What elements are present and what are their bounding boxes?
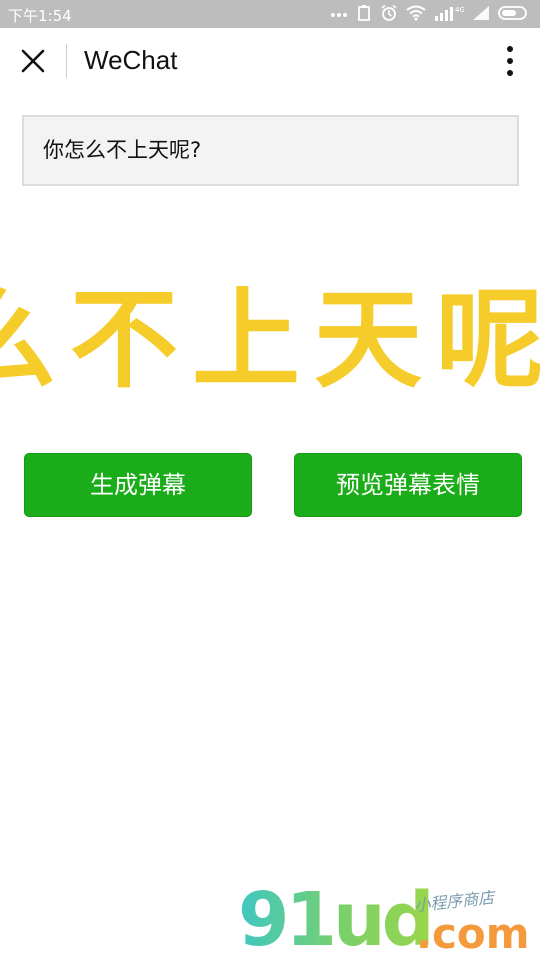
watermark-brand: 91ud [238,877,435,963]
more-button[interactable] [504,44,516,78]
danmaku-preview: 么不上天呢？ [0,270,540,410]
watermark-domain: .com [416,909,530,958]
network-label: 4G [455,6,464,14]
screen-rotation-icon [356,4,372,26]
alarm-icon [380,4,398,26]
danmaku-text-input[interactable]: 你怎么不上天呢? [22,115,519,186]
danmaku-scrolling-text: 么不上天呢？ [0,278,540,403]
close-icon [21,49,45,73]
page-title: WeChat [84,45,178,75]
signal-4g-icon: 4G [434,4,465,26]
preview-danmaku-emoji-button[interactable]: 预览弹幕表情 [294,453,522,517]
more-dots-icon [330,5,348,25]
status-time: 下午1:54 [8,7,72,25]
status-icons: 4G [330,4,530,26]
close-button[interactable] [18,46,48,76]
title-bar: WeChat [0,28,540,96]
wifi-icon [406,5,426,25]
watermark-logo: 91ud 小程序商店 .com [238,880,538,960]
more-vertical-icon [507,46,513,76]
title-divider [66,44,67,78]
signal-icon [472,5,490,25]
status-bar: 下午1:54 4G [0,0,540,28]
battery-icon [498,5,530,25]
generate-danmaku-button[interactable]: 生成弹幕 [24,453,252,517]
